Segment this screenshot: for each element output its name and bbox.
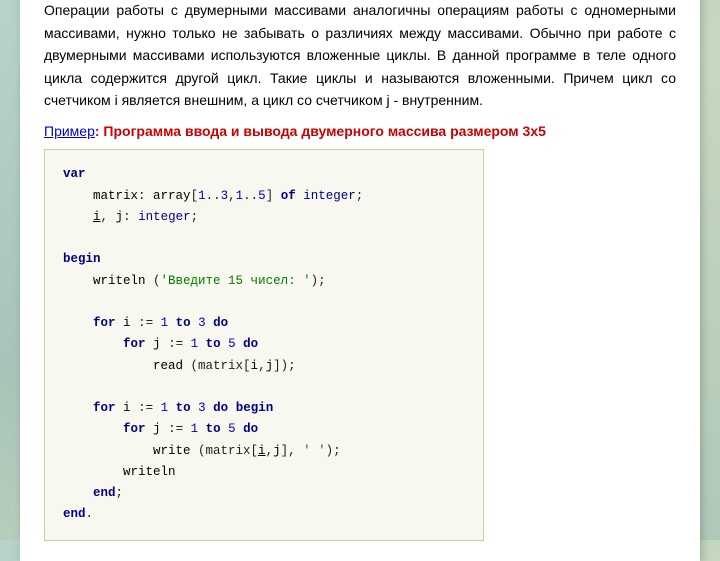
code-block: var matrix: array[1..3,1..5] of integer;… bbox=[44, 149, 484, 540]
example-label: Пример: Программа ввода и вывода двумерн… bbox=[44, 123, 676, 139]
example-link[interactable]: Пример bbox=[44, 123, 95, 139]
main-card: Операции работы с двумерными массивами а… bbox=[20, 0, 700, 561]
main-paragraph: Операции работы с двумерными массивами а… bbox=[44, 0, 676, 111]
example-description: : Программа ввода и вывода двумерного ма… bbox=[95, 123, 546, 139]
